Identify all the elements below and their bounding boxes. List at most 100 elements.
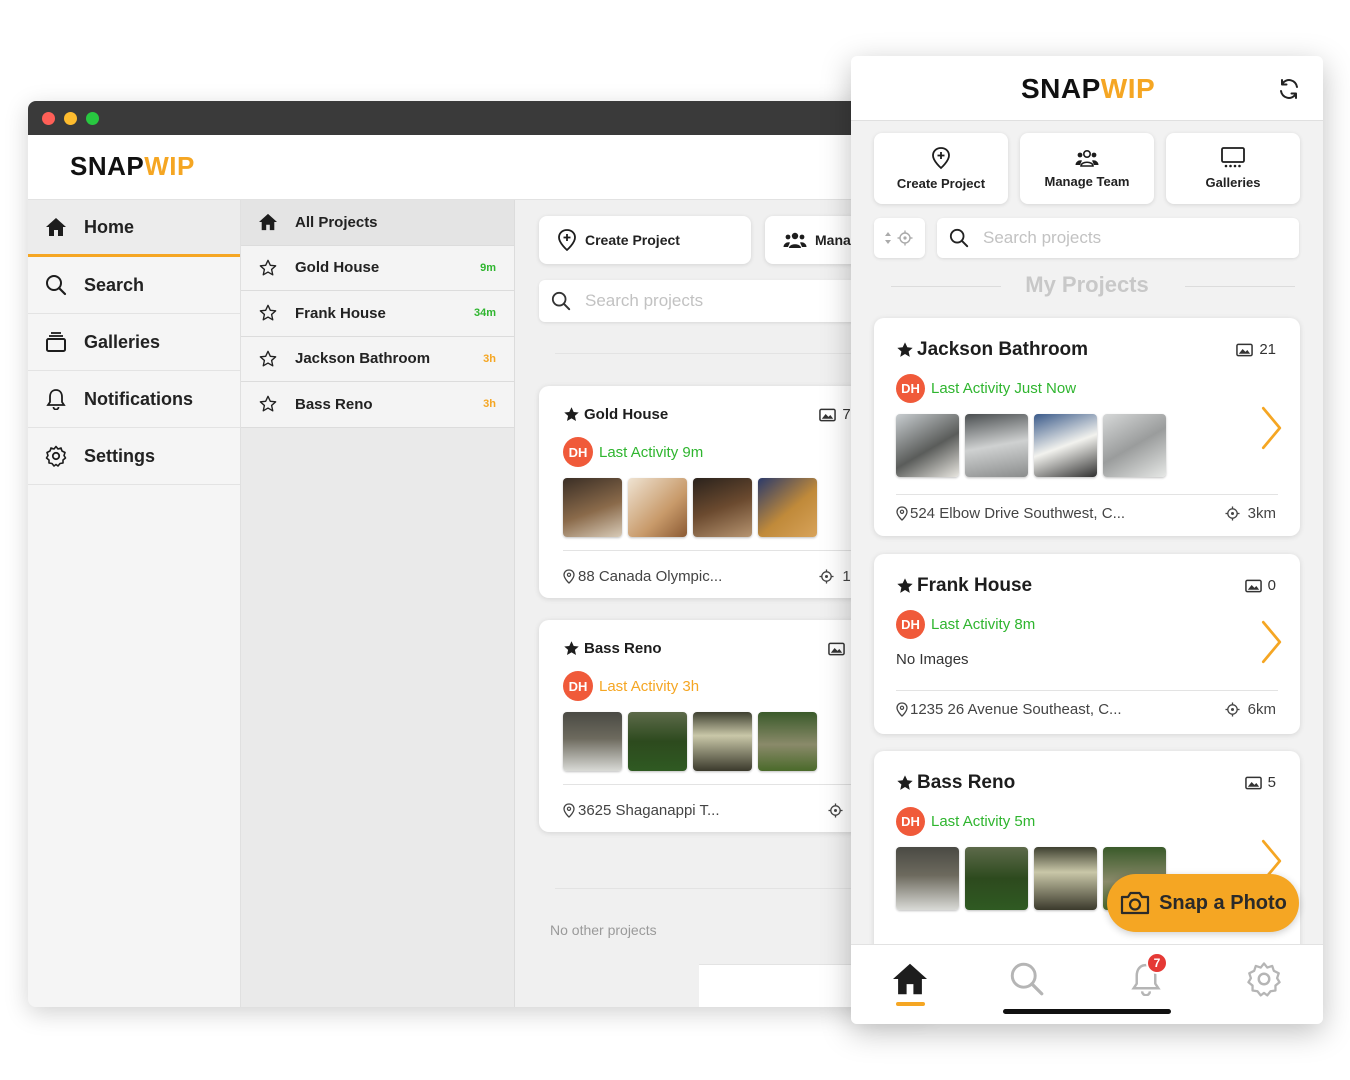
sidebar-item-settings[interactable]: Settings bbox=[28, 428, 240, 485]
project-card[interactable]: Bass Reno 5 DH Last Activity 5m bbox=[874, 751, 1300, 969]
create-project-button[interactable]: Create Project bbox=[539, 216, 751, 264]
tile-label: Manage Team bbox=[1044, 174, 1130, 189]
star-filled-icon bbox=[897, 775, 913, 790]
bottom-tab-bar: 7 bbox=[851, 944, 1323, 1024]
sidebar-item-label: Notifications bbox=[84, 388, 194, 409]
card-title: Frank House bbox=[896, 575, 1032, 597]
photo-thumbnail[interactable] bbox=[563, 712, 622, 771]
project-search-box[interactable] bbox=[937, 218, 1299, 258]
photo-thumbnail[interactable] bbox=[1103, 414, 1166, 477]
image-count: 21 bbox=[1236, 341, 1276, 358]
photo-thumbnail[interactable] bbox=[896, 414, 959, 477]
app-header: SNAPWIP bbox=[28, 135, 928, 200]
minimize-window-button[interactable] bbox=[64, 112, 77, 125]
maximize-window-button[interactable] bbox=[86, 112, 99, 125]
star-outline-icon[interactable] bbox=[257, 395, 279, 413]
photo-thumbnail[interactable] bbox=[693, 712, 752, 771]
sidebar-item-search[interactable]: Search bbox=[28, 257, 240, 314]
project-list: All Projects Gold House 9m Frank House 3… bbox=[241, 200, 515, 1007]
photo-thumbnail[interactable] bbox=[693, 478, 752, 537]
project-list-item[interactable]: Gold House 9m bbox=[241, 245, 514, 291]
project-name: Frank House bbox=[295, 304, 386, 322]
project-search-box[interactable] bbox=[539, 280, 899, 322]
tab-search[interactable] bbox=[1007, 959, 1047, 999]
project-list-item[interactable]: Bass Reno 3h bbox=[241, 382, 514, 428]
project-list-item[interactable]: Frank House 34m bbox=[241, 291, 514, 337]
location-sort-icon bbox=[884, 230, 912, 246]
sidebar-item-galleries[interactable]: Galleries bbox=[28, 314, 240, 371]
tab-settings[interactable] bbox=[1244, 959, 1284, 999]
snapwip-logo[interactable]: SNAPWIP bbox=[1021, 73, 1155, 105]
project-card[interactable]: Jackson Bathroom 21 DH Last Activity Jus… bbox=[874, 318, 1300, 536]
photo-thumbnail[interactable] bbox=[628, 712, 687, 771]
create-project-label: Create Project bbox=[585, 232, 680, 248]
card-address: 88 Canada Olympic... bbox=[563, 568, 722, 585]
team-icon bbox=[1075, 149, 1099, 167]
search-icon bbox=[44, 274, 68, 296]
crosshair-icon bbox=[1225, 506, 1240, 521]
refresh-icon[interactable] bbox=[1277, 77, 1301, 101]
last-activity: DH Last Activity Just Now bbox=[896, 374, 1076, 403]
project-time: 3h bbox=[483, 352, 496, 365]
snap-photo-label: Snap a Photo bbox=[1159, 891, 1287, 914]
search-icon bbox=[1010, 962, 1044, 996]
crosshair-icon bbox=[828, 803, 843, 818]
image-icon bbox=[1244, 579, 1262, 592]
photo-thumbnail[interactable] bbox=[965, 847, 1028, 910]
manage-team-tile[interactable]: Manage Team bbox=[1020, 133, 1154, 204]
star-filled-icon bbox=[897, 342, 913, 357]
mobile-window: SNAPWIP Create Project Manage Team Galle… bbox=[851, 56, 1323, 1024]
star-outline-icon[interactable] bbox=[257, 350, 279, 368]
tab-home[interactable] bbox=[890, 959, 930, 999]
snapwip-logo[interactable]: SNAPWIP bbox=[70, 151, 195, 182]
image-count: 5 bbox=[1244, 774, 1276, 791]
galleries-tile[interactable]: Galleries bbox=[1166, 133, 1300, 204]
last-activity: DH Last Activity 9m bbox=[563, 437, 703, 467]
project-card[interactable]: Frank House 0 DH Last Activity 8m No Ima… bbox=[874, 554, 1300, 734]
snap-photo-button[interactable]: Snap a Photo bbox=[1107, 874, 1299, 932]
project-list-all[interactable]: All Projects bbox=[241, 200, 514, 246]
photo-thumbnail[interactable] bbox=[1034, 847, 1097, 910]
camera-icon bbox=[1120, 891, 1150, 915]
desktop-window: SNAPWIP Home Search Galleries Notificati… bbox=[28, 101, 928, 1007]
photo-thumbnail[interactable] bbox=[563, 478, 622, 537]
project-time: 9m bbox=[480, 261, 496, 274]
star-filled-icon bbox=[564, 641, 579, 655]
search-input[interactable] bbox=[983, 228, 1243, 248]
create-project-tile[interactable]: Create Project bbox=[874, 133, 1008, 204]
project-list-item[interactable]: Jackson Bathroom 3h bbox=[241, 336, 514, 382]
sidebar-item-label: Home bbox=[84, 216, 135, 237]
photo-thumbnail[interactable] bbox=[628, 478, 687, 537]
sidebar-item-home[interactable]: Home bbox=[28, 200, 240, 257]
project-name: Jackson Bathroom bbox=[295, 350, 431, 368]
close-window-button[interactable] bbox=[42, 112, 55, 125]
star-outline-icon[interactable] bbox=[257, 304, 279, 322]
location-pin-icon bbox=[563, 803, 575, 818]
photo-thumbnail[interactable] bbox=[1034, 414, 1097, 477]
project-card[interactable]: Gold House 79 DH Last Activity 9m 88 Can… bbox=[539, 386, 901, 598]
photo-thumbnail[interactable] bbox=[758, 478, 817, 537]
sidebar-item-notifications[interactable]: Notifications bbox=[28, 371, 240, 428]
search-input[interactable] bbox=[585, 291, 845, 311]
crosshair-icon bbox=[1225, 702, 1240, 717]
star-outline-icon[interactable] bbox=[257, 259, 279, 277]
photo-thumbnail[interactable] bbox=[896, 847, 959, 910]
no-images-text: No Images bbox=[896, 651, 969, 668]
project-name: Bass Reno bbox=[295, 395, 373, 413]
tile-label: Galleries bbox=[1205, 175, 1261, 190]
project-card[interactable]: Bass Reno 5 DH Last Activity 3h 3625 Sha… bbox=[539, 620, 901, 832]
thumbnail-row bbox=[896, 414, 1172, 477]
mobile-header: SNAPWIP bbox=[851, 56, 1323, 121]
photo-thumbnail[interactable] bbox=[758, 712, 817, 771]
card-address: 3625 Shaganappi T... bbox=[563, 802, 720, 819]
photo-thumbnail[interactable] bbox=[965, 414, 1028, 477]
location-filter-button[interactable] bbox=[874, 218, 925, 258]
card-title: Gold House bbox=[563, 406, 668, 423]
sidebar-item-label: Galleries bbox=[84, 331, 161, 352]
home-icon bbox=[893, 963, 927, 995]
window-titlebar bbox=[28, 101, 928, 135]
card-address: 524 Elbow Drive Southwest, C... bbox=[896, 505, 1125, 522]
tab-notifications[interactable]: 7 bbox=[1126, 952, 1168, 999]
project-list-header: All Projects bbox=[295, 213, 378, 231]
thumbnail-row bbox=[563, 478, 823, 537]
